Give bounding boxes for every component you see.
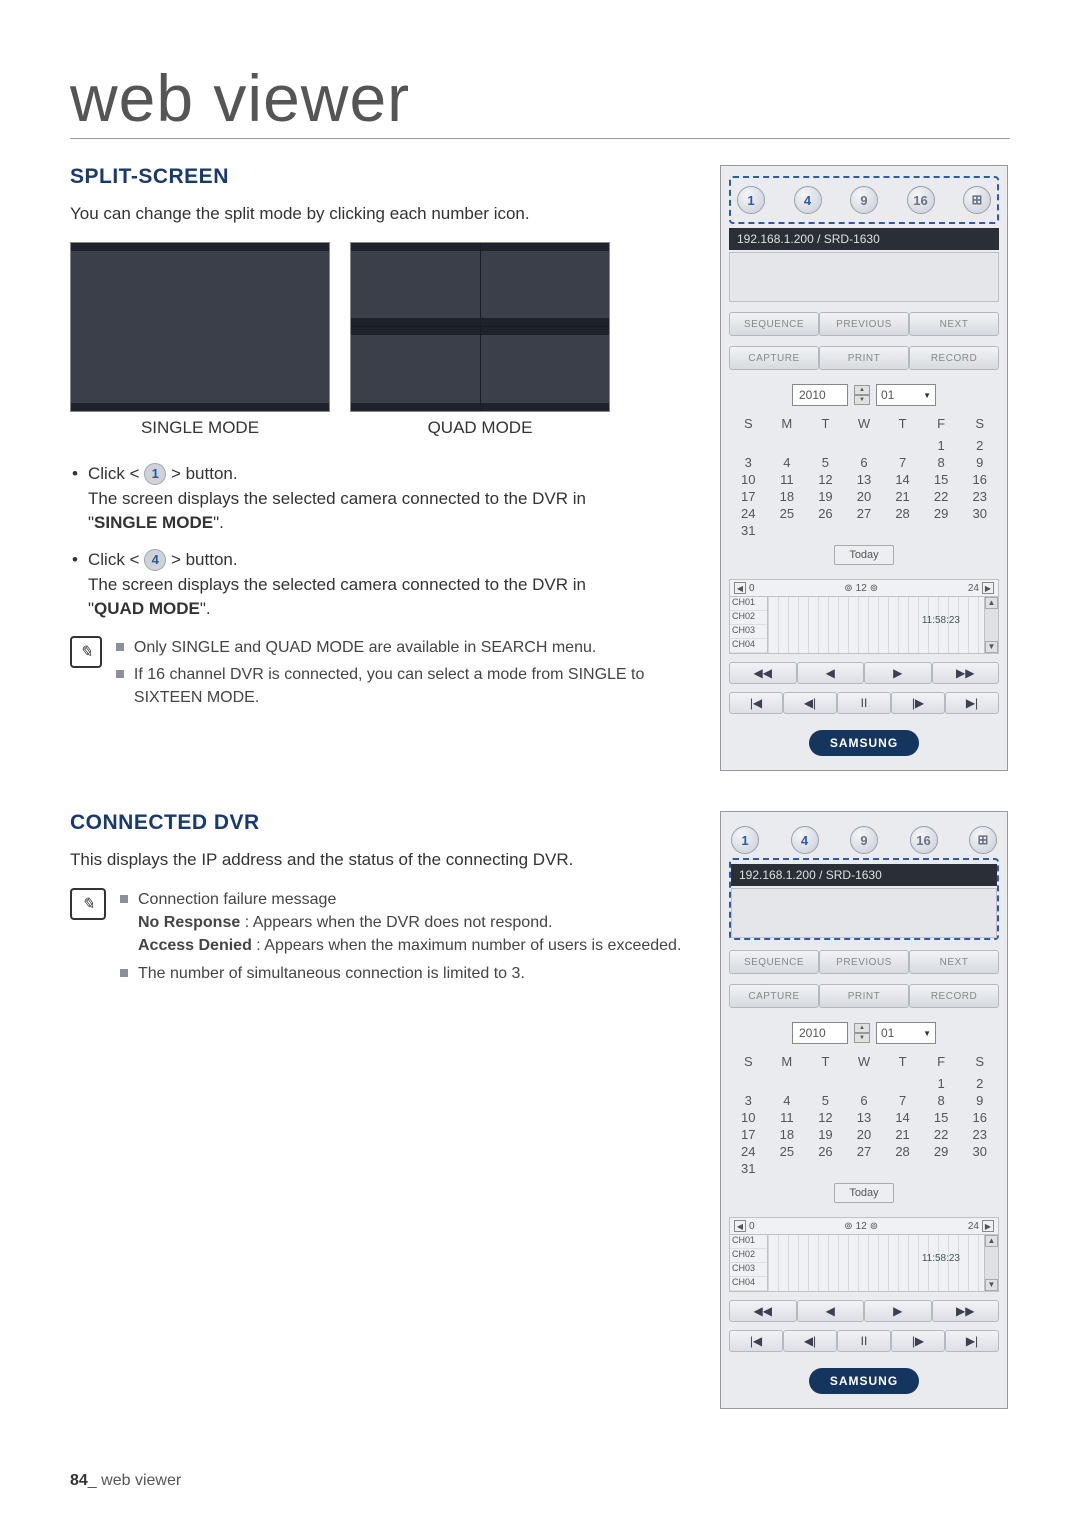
year-spinner[interactable]: ▲▼ (854, 1023, 870, 1043)
step-fwd-button[interactable]: |▶ (891, 692, 945, 714)
split-intro: You can change the split mode by clickin… (70, 203, 690, 226)
timeline[interactable]: ◀0 ⊚12⊚ 24▶ CH01 CH02 CH03 CH04 11:58:23… (729, 579, 999, 654)
dvr-list (729, 252, 999, 302)
previous-button[interactable]: PREVIOUS (819, 312, 909, 336)
rewind-button[interactable]: ◀◀ (729, 1300, 797, 1322)
rewind-button[interactable]: ◀◀ (729, 662, 797, 684)
back-button[interactable]: ◀ (797, 1300, 865, 1322)
year-spinner[interactable]: ▲▼ (854, 385, 870, 405)
dvr-panel-conn: 1 4 9 16 ⊞ 192.168.1.200 / SRD-1630 SEQU… (720, 811, 1008, 1409)
step-back-button[interactable]: ◀| (783, 692, 837, 714)
dvr-list (731, 888, 997, 938)
brand-logo: SAMSUNG (809, 730, 919, 756)
split-16-button[interactable]: 16 (907, 186, 935, 214)
chevron-down-icon: ▼ (923, 391, 931, 400)
last-button[interactable]: ▶| (945, 692, 999, 714)
note-16ch: If 16 channel DVR is connected, you can … (116, 663, 690, 709)
split-4-button[interactable]: 4 (791, 826, 819, 854)
print-button[interactable]: PRINT (819, 346, 909, 370)
mode-4-icon: 4 (144, 549, 166, 571)
mode-1-icon: 1 (144, 463, 166, 485)
next-button[interactable]: NEXT (909, 312, 999, 336)
step-back-button[interactable]: ◀| (783, 1330, 837, 1352)
ff-button[interactable]: ▶▶ (932, 662, 1000, 684)
chevron-down-icon: ▼ (923, 1029, 931, 1038)
split-16-button[interactable]: 16 (910, 826, 938, 854)
ff-button[interactable]: ▶▶ (932, 1300, 1000, 1322)
note-icon: ✎ (70, 888, 106, 920)
tl-right-icon[interactable]: ▶ (982, 582, 994, 594)
split-1-button[interactable]: 1 (731, 826, 759, 854)
next-button[interactable]: NEXT (909, 950, 999, 974)
record-button[interactable]: RECORD (909, 984, 999, 1008)
note-search: Only SINGLE and QUAD MODE are available … (116, 636, 690, 659)
page-title: web viewer (70, 60, 1010, 139)
today-button[interactable]: Today (834, 1183, 894, 1203)
dvr-address: 192.168.1.200 / SRD-1630 (729, 228, 999, 250)
note-conn-fail: Connection failure message No Response :… (120, 888, 681, 958)
split-9-button[interactable]: 9 (850, 826, 878, 854)
quad-caption: QUAD MODE (350, 418, 610, 438)
first-button[interactable]: |◀ (729, 692, 783, 714)
conn-intro: This displays the IP address and the sta… (70, 849, 690, 872)
calendar[interactable]: SMTWTFS 12 3456789 10111213141516 171819… (729, 1054, 999, 1203)
timeline[interactable]: ◀0 ⊚12⊚ 24▶ CH01 CH02 CH03 CH04 11:58:23… (729, 1217, 999, 1292)
record-button[interactable]: RECORD (909, 346, 999, 370)
year-input[interactable]: 2010 (792, 384, 848, 406)
split-full-button[interactable]: ⊞ (963, 186, 991, 214)
brand-logo: SAMSUNG (809, 1368, 919, 1394)
note-conn-limit: The number of simultaneous connection is… (120, 962, 681, 985)
split-1-button[interactable]: 1 (737, 186, 765, 214)
dvr-panel-split: 1 4 9 16 ⊞ 192.168.1.200 / SRD-1630 SEQU… (720, 165, 1008, 771)
split-4-button[interactable]: 4 (794, 186, 822, 214)
quad-mode-thumb (350, 242, 610, 412)
play-button[interactable]: ▶ (864, 662, 932, 684)
month-dropdown[interactable]: 01▼ (876, 384, 936, 406)
pause-button[interactable]: II (837, 692, 891, 714)
today-button[interactable]: Today (834, 545, 894, 565)
split-9-button[interactable]: 9 (850, 186, 878, 214)
print-button[interactable]: PRINT (819, 984, 909, 1008)
timeline-scroll[interactable]: ▲▼ (984, 1235, 998, 1291)
dvr-address: 192.168.1.200 / SRD-1630 (731, 864, 997, 886)
month-dropdown[interactable]: 01▼ (876, 1022, 936, 1044)
pause-button[interactable]: II (837, 1330, 891, 1352)
back-button[interactable]: ◀ (797, 662, 865, 684)
timeline-time: 11:58:23 (922, 615, 960, 626)
tl-right-icon[interactable]: ▶ (982, 1220, 994, 1232)
click-1-bullet: Click < 1 > button. The screen displays … (70, 462, 690, 536)
capture-button[interactable]: CAPTURE (729, 984, 819, 1008)
capture-button[interactable]: CAPTURE (729, 346, 819, 370)
tl-left-icon[interactable]: ◀ (734, 1220, 746, 1232)
tl-left-icon[interactable]: ◀ (734, 582, 746, 594)
step-fwd-button[interactable]: |▶ (891, 1330, 945, 1352)
last-button[interactable]: ▶| (945, 1330, 999, 1352)
calendar[interactable]: SMTWTFS 12 3456789 10111213141516 171819… (729, 416, 999, 565)
timeline-time: 11:58:23 (922, 1253, 960, 1264)
timeline-scroll[interactable]: ▲▼ (984, 597, 998, 653)
conn-heading: CONNECTED DVR (70, 811, 690, 835)
previous-button[interactable]: PREVIOUS (819, 950, 909, 974)
play-button[interactable]: ▶ (864, 1300, 932, 1322)
split-full-button[interactable]: ⊞ (969, 826, 997, 854)
single-mode-thumb (70, 242, 330, 412)
single-caption: SINGLE MODE (70, 418, 330, 438)
year-input[interactable]: 2010 (792, 1022, 848, 1044)
note-icon: ✎ (70, 636, 102, 668)
sequence-button[interactable]: SEQUENCE (729, 950, 819, 974)
first-button[interactable]: |◀ (729, 1330, 783, 1352)
click-4-bullet: Click < 4 > button. The screen displays … (70, 548, 690, 622)
split-heading: SPLIT-SCREEN (70, 165, 690, 189)
page-footer: 84_ web viewer (70, 1472, 181, 1490)
sequence-button[interactable]: SEQUENCE (729, 312, 819, 336)
